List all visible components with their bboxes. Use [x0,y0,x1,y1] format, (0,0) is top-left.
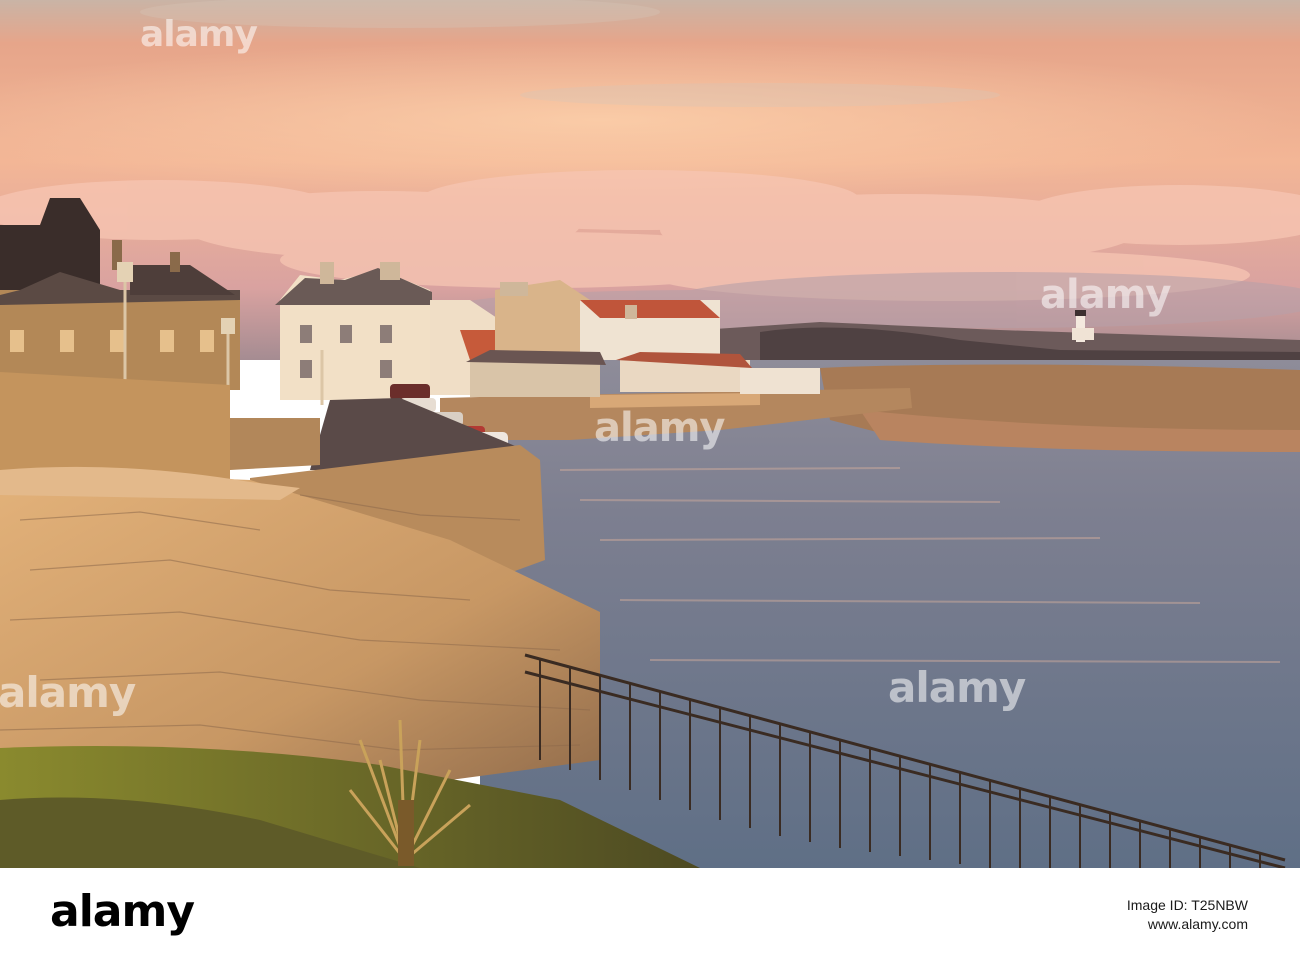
photo-scene: alamy alamy alamy alamy alamy [0,0,1300,868]
watermark-text: alamy [1040,272,1171,318]
alamy-logo: alamy [50,886,195,937]
watermark-text: alamy [0,668,136,717]
footer-bar: alamy Image ID: T25NBW www.alamy.com [0,868,1300,957]
watermark-text: alamy [888,663,1026,712]
site-url: www.alamy.com [1147,916,1248,932]
watermark-text: alamy [594,405,725,451]
image-id-label: Image ID: T25NBW [1126,897,1248,913]
image-info: Image ID: T25NBW www.alamy.com [1127,896,1248,934]
watermark-text: alamy [140,14,258,55]
